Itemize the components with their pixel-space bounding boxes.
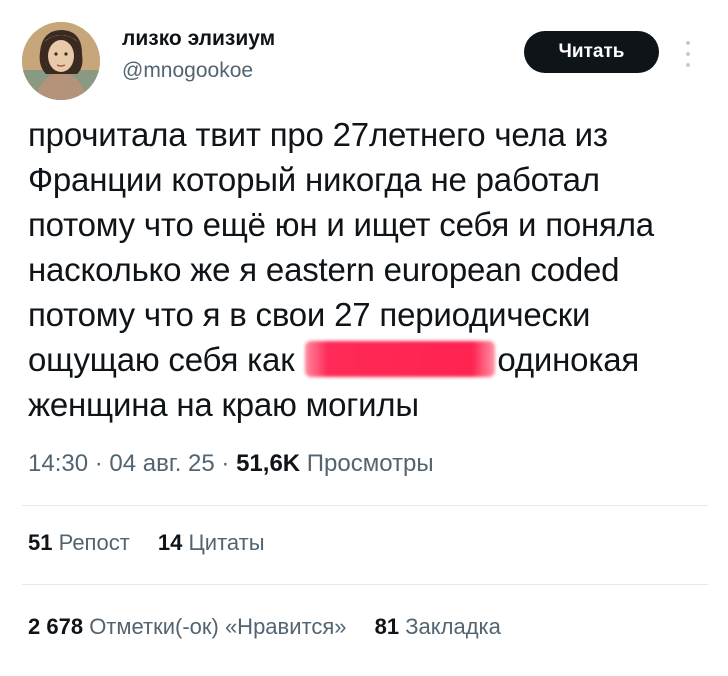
- reposts-count: 51: [28, 530, 53, 555]
- divider: [22, 505, 708, 506]
- tweet-text: прочитала твит про 27летнего чела из Фра…: [28, 112, 708, 427]
- avatar[interactable]: [22, 22, 100, 100]
- tweet-line: Франции который никогда не работал: [28, 161, 600, 198]
- avatar-portrait-image: [22, 22, 100, 100]
- tweet-line-redacted: ощущаю себя как одинокая: [28, 337, 708, 382]
- likes-label: Отметки(-ок) «Нравится»: [89, 614, 347, 639]
- quotes-count: 14: [157, 530, 183, 555]
- more-options-icon[interactable]: [683, 37, 693, 71]
- bookmarks-count: 81: [374, 614, 400, 639]
- views-count: 51,6K: [236, 450, 301, 477]
- engagement-row: 51 Репост 14 Цитаты: [28, 530, 287, 556]
- tweet-line-start: ощущаю себя как: [28, 341, 295, 378]
- redaction-mark: [305, 341, 496, 377]
- tweet-line: женщина на краю могилы: [28, 386, 419, 423]
- divider: [22, 584, 708, 585]
- tweet-line: прочитала твит про 27летнего чела из: [28, 116, 608, 153]
- tweet-line: потому что я в свои 27 периодически: [28, 296, 591, 333]
- tweet-time[interactable]: 14:30: [28, 450, 88, 477]
- quotes-label: Цитаты: [188, 530, 265, 555]
- author-name[interactable]: лизко элизиум: [122, 27, 275, 51]
- meta-separator: ·: [94, 450, 103, 477]
- views-label: Просмотры: [306, 450, 434, 477]
- likes-stat[interactable]: 2 678 Отметки(-ок) «Нравится»: [28, 614, 347, 640]
- author-handle[interactable]: @mnogookoe: [122, 59, 253, 83]
- tweet-line-end: одинокая: [497, 341, 640, 378]
- tweet-meta: 14:30 · 04 авг. 25 · 51,6K Просмотры: [28, 450, 434, 478]
- quotes-stat[interactable]: 14 Цитаты: [158, 530, 265, 556]
- reposts-label: Репост: [58, 530, 130, 555]
- bookmarks-label: Закладка: [405, 614, 501, 639]
- bookmarks-stat[interactable]: 81 Закладка: [375, 614, 501, 640]
- tweet-line: насколько же я eastern european coded: [28, 251, 620, 288]
- tweet-date[interactable]: 04 авг. 25: [109, 450, 214, 477]
- reposts-stat[interactable]: 51 Репост: [28, 530, 130, 556]
- engagement-row: 2 678 Отметки(-ок) «Нравится» 81 Закладк…: [28, 614, 523, 640]
- likes-count: 2 678: [28, 614, 84, 639]
- meta-separator: ·: [221, 450, 230, 477]
- follow-button[interactable]: Читать: [524, 31, 659, 73]
- tweet-line: потому что ещё юн и ищет себя и поняла: [28, 206, 654, 243]
